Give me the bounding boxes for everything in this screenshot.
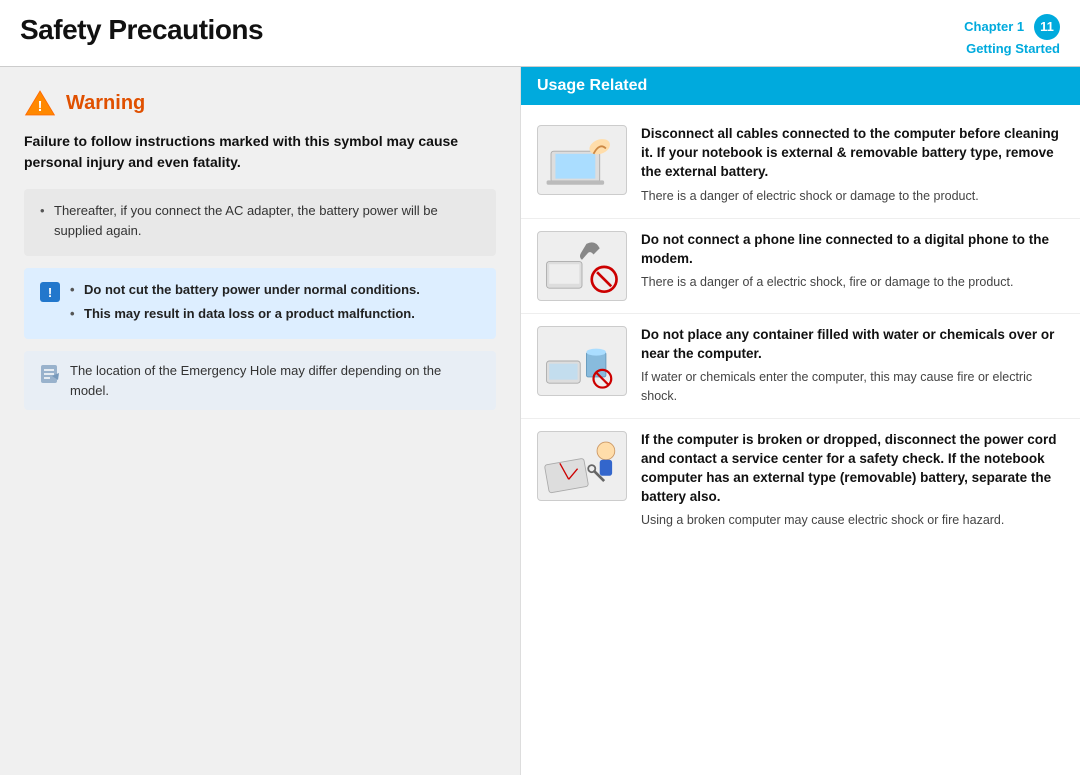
usage-text-3: Do not place any container filled with w… [641, 326, 1064, 406]
usage-text-1: Disconnect all cables connected to the c… [641, 125, 1064, 205]
caution-icon: ! [40, 282, 60, 302]
page-header: Safety Precautions Chapter 1 11 Getting … [0, 0, 1080, 67]
bullet-box: Thereafter, if you connect the AC adapte… [24, 189, 496, 256]
caution-text: Do not cut the battery power under norma… [70, 280, 420, 327]
warning-header: ! Warning [24, 87, 496, 119]
warning-label: Warning [66, 92, 145, 115]
note-text: The location of the Emergency Hole may d… [70, 361, 482, 400]
usage-image-1 [537, 125, 627, 195]
usage-title-4: If the computer is broken or dropped, di… [641, 431, 1064, 507]
usage-text-4: If the computer is broken or dropped, di… [641, 431, 1064, 530]
caution-item-2: This may result in data loss or a produc… [70, 304, 420, 324]
usage-image-4 [537, 431, 627, 501]
caution-item-1: Do not cut the battery power under norma… [70, 280, 420, 300]
usage-image-3 [537, 326, 627, 396]
usage-item-1: Disconnect all cables connected to the c… [521, 113, 1080, 218]
usage-title-1: Disconnect all cables connected to the c… [641, 125, 1064, 182]
usage-desc-2: There is a danger of a electric shock, f… [641, 273, 1064, 292]
usage-desc-4: Using a broken computer may cause electr… [641, 511, 1064, 530]
note-box: The location of the Emergency Hole may d… [24, 351, 496, 410]
usage-related-header: Usage Related [521, 67, 1080, 105]
bullet-item-1: Thereafter, if you connect the AC adapte… [40, 201, 480, 240]
usage-item-2: Do not connect a phone line connected to… [521, 219, 1080, 314]
warning-description: Failure to follow instructions marked wi… [24, 131, 496, 173]
main-content: ! Warning Failure to follow instructions… [0, 67, 1080, 775]
svg-text:!: ! [38, 99, 43, 115]
usage-desc-1: There is a danger of electric shock or d… [641, 187, 1064, 206]
chapter-info: Chapter 1 11 Getting Started [964, 14, 1060, 58]
warning-icon: ! [24, 87, 56, 119]
usage-title-2: Do not connect a phone line connected to… [641, 231, 1064, 269]
right-panel: Usage Related Disconnect [520, 67, 1080, 775]
usage-item-3: Do not place any container filled with w… [521, 314, 1080, 419]
left-panel: ! Warning Failure to follow instructions… [0, 67, 520, 775]
chapter-number: 11 [1034, 14, 1060, 40]
usage-desc-3: If water or chemicals enter the computer… [641, 368, 1064, 406]
usage-image-2 [537, 231, 627, 301]
usage-related-title: Usage Related [537, 77, 647, 94]
page-title: Safety Precautions [20, 14, 263, 46]
usage-items-list: Disconnect all cables connected to the c… [521, 105, 1080, 771]
chapter-label: Chapter 1 [964, 19, 1024, 34]
note-icon [38, 363, 60, 385]
usage-title-3: Do not place any container filled with w… [641, 326, 1064, 364]
chapter-sub: Getting Started [964, 40, 1060, 58]
usage-item-4: If the computer is broken or dropped, di… [521, 419, 1080, 542]
usage-text-2: Do not connect a phone line connected to… [641, 231, 1064, 293]
caution-box: ! Do not cut the battery power under nor… [24, 268, 496, 339]
